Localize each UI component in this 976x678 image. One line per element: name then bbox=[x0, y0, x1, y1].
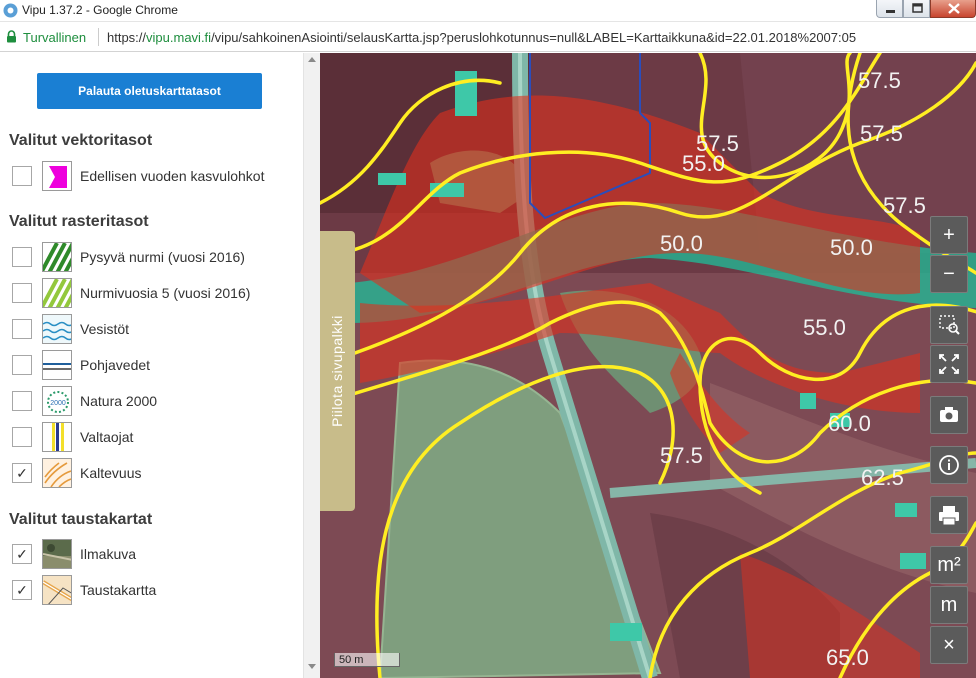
zoom-to-box-button[interactable] bbox=[930, 306, 968, 344]
waters-icon bbox=[42, 314, 72, 344]
printer-icon bbox=[939, 506, 959, 526]
layer-checkbox[interactable] bbox=[12, 355, 32, 375]
minimize-button[interactable] bbox=[876, 0, 903, 18]
layer-checkbox[interactable] bbox=[12, 283, 32, 303]
layer-sidebar: Palauta oletuskarttatasot Valitut vektor… bbox=[0, 53, 303, 678]
layer-label: Pohjavedet bbox=[80, 357, 151, 373]
screenshot-button[interactable] bbox=[930, 396, 968, 434]
window-titlebar: Vipu 1.37.2 - Google Chrome bbox=[0, 0, 976, 22]
contour-label: 50.0 bbox=[830, 235, 873, 260]
zoom-in-button[interactable]: + bbox=[930, 216, 968, 254]
zoom-out-button[interactable]: − bbox=[930, 255, 968, 293]
hide-sidebar-tab[interactable]: Piilota sivupalkki bbox=[320, 231, 355, 511]
layer-checkbox[interactable]: ✓ bbox=[12, 544, 32, 564]
close-window-button[interactable] bbox=[930, 0, 976, 18]
url-path: /vipu/sahkoinenAsiointi/selausKartta.jsp… bbox=[211, 30, 857, 45]
url-scheme: https:// bbox=[107, 30, 147, 45]
contour-label: 50.0 bbox=[660, 231, 703, 256]
address-bar[interactable]: Turvallinen https://vipu.mavi.fi/vipu/sa… bbox=[0, 22, 976, 52]
url-host: vipu.mavi.fi bbox=[146, 30, 212, 45]
camera-icon bbox=[940, 407, 958, 422]
reset-default-layers-button[interactable]: Palauta oletuskarttatasot bbox=[37, 73, 262, 109]
zoom-to-extent-button[interactable] bbox=[930, 345, 968, 383]
layer-label: Vesistöt bbox=[80, 321, 130, 337]
section-title-background-maps: Valitut taustakartat bbox=[9, 511, 153, 528]
contour-label: 60.0 bbox=[828, 411, 871, 436]
url-text[interactable]: https://vipu.mavi.fi/vipu/sahkoinenAsioi… bbox=[107, 30, 856, 45]
layer-row-aerial-photo[interactable]: ✓ Ilmakuva bbox=[12, 539, 292, 569]
layer-row-background-map[interactable]: ✓ Taustakartta bbox=[12, 575, 292, 605]
clear-measurements-button[interactable]: × bbox=[930, 626, 968, 664]
permanent-grass-icon bbox=[42, 242, 72, 272]
secure-label: Turvallinen bbox=[23, 30, 87, 45]
window-title: Vipu 1.37.2 - Google Chrome bbox=[22, 3, 178, 17]
layer-row-permanent-grass[interactable]: Pysyvä nurmi (vuosi 2016) bbox=[12, 242, 292, 272]
measure-area-button[interactable]: m² bbox=[930, 546, 968, 584]
layer-label: Ilmakuva bbox=[80, 546, 137, 562]
contour-label: 55.0 bbox=[803, 315, 846, 340]
layer-checkbox[interactable] bbox=[12, 247, 32, 267]
layer-row-field-parcels[interactable]: Edellisen vuoden kasvulohkot bbox=[12, 161, 292, 191]
hide-sidebar-label: Piilota sivupalkki bbox=[329, 315, 345, 427]
layer-row-slope[interactable]: ✓ Kaltevuus bbox=[12, 458, 292, 488]
scroll-down-arrow-icon[interactable] bbox=[308, 664, 316, 669]
layer-checkbox[interactable] bbox=[12, 319, 32, 339]
contour-label: 62.5 bbox=[861, 465, 904, 490]
measure-length-button[interactable]: m bbox=[930, 586, 968, 624]
field-parcel-icon bbox=[42, 161, 72, 191]
layer-row-grass-years[interactable]: Nurmivuosia 5 (vuosi 2016) bbox=[12, 278, 292, 308]
scroll-up-arrow-icon[interactable] bbox=[308, 57, 316, 62]
info-icon bbox=[939, 455, 959, 475]
main-ditches-icon bbox=[42, 422, 72, 452]
vipu-app-icon bbox=[3, 3, 18, 18]
restore-icon bbox=[912, 3, 923, 13]
grass-years-icon bbox=[42, 278, 72, 308]
section-title-vector-layers: Valitut vektoritasot bbox=[9, 132, 153, 149]
info-button[interactable] bbox=[930, 446, 968, 484]
close-icon bbox=[948, 3, 960, 14]
address-separator bbox=[98, 28, 99, 46]
section-title-raster-layers: Valitut rasteritasot bbox=[9, 213, 149, 230]
layer-row-natura-2000[interactable]: 2000 Natura 2000 bbox=[12, 386, 292, 416]
layer-checkbox[interactable] bbox=[12, 166, 32, 186]
contour-label: 57.5 bbox=[660, 443, 703, 468]
print-button[interactable] bbox=[930, 496, 968, 534]
map-canvas[interactable]: 57.5 57.5 57.5 57.5 55.0 50.0 50.0 55.0 … bbox=[320, 53, 976, 678]
zoom-box-icon bbox=[939, 315, 960, 335]
contour-label: 57.5 bbox=[883, 193, 926, 218]
layer-row-groundwater[interactable]: Pohjavedet bbox=[12, 350, 292, 380]
groundwater-icon bbox=[42, 350, 72, 380]
layer-label: Valtaojat bbox=[80, 429, 134, 445]
layer-label: Kaltevuus bbox=[80, 465, 142, 481]
layer-label: Edellisen vuoden kasvulohkot bbox=[80, 168, 265, 184]
sidebar-scrollbar[interactable] bbox=[303, 53, 320, 678]
layer-label: Nurmivuosia 5 (vuosi 2016) bbox=[80, 285, 251, 301]
svg-text:2000: 2000 bbox=[50, 400, 66, 407]
scale-bar: 50 m bbox=[334, 653, 400, 667]
contour-label: 57.5 bbox=[860, 121, 903, 146]
contour-label: 55.0 bbox=[682, 151, 725, 176]
contour-label: 65.0 bbox=[826, 645, 869, 670]
slope-icon bbox=[42, 458, 72, 488]
layer-label: Pysyvä nurmi (vuosi 2016) bbox=[80, 249, 245, 265]
extent-icon bbox=[939, 354, 959, 374]
layer-checkbox[interactable] bbox=[12, 391, 32, 411]
map-view[interactable]: 57.5 57.5 57.5 57.5 55.0 50.0 50.0 55.0 … bbox=[320, 53, 976, 678]
layer-checkbox[interactable] bbox=[12, 427, 32, 447]
contour-label: 57.5 bbox=[858, 68, 901, 93]
layer-row-waters[interactable]: Vesistöt bbox=[12, 314, 292, 344]
lock-icon bbox=[7, 30, 16, 43]
background-map-icon bbox=[42, 575, 72, 605]
minimize-icon bbox=[886, 10, 895, 13]
layer-label: Taustakartta bbox=[80, 582, 157, 598]
maximize-button[interactable] bbox=[903, 0, 930, 18]
layer-row-main-ditches[interactable]: Valtaojat bbox=[12, 422, 292, 452]
aerial-photo-icon bbox=[42, 539, 72, 569]
layer-label: Natura 2000 bbox=[80, 393, 158, 409]
natura-2000-icon: 2000 bbox=[42, 386, 72, 416]
layer-checkbox[interactable]: ✓ bbox=[12, 463, 32, 483]
layer-checkbox[interactable]: ✓ bbox=[12, 580, 32, 600]
